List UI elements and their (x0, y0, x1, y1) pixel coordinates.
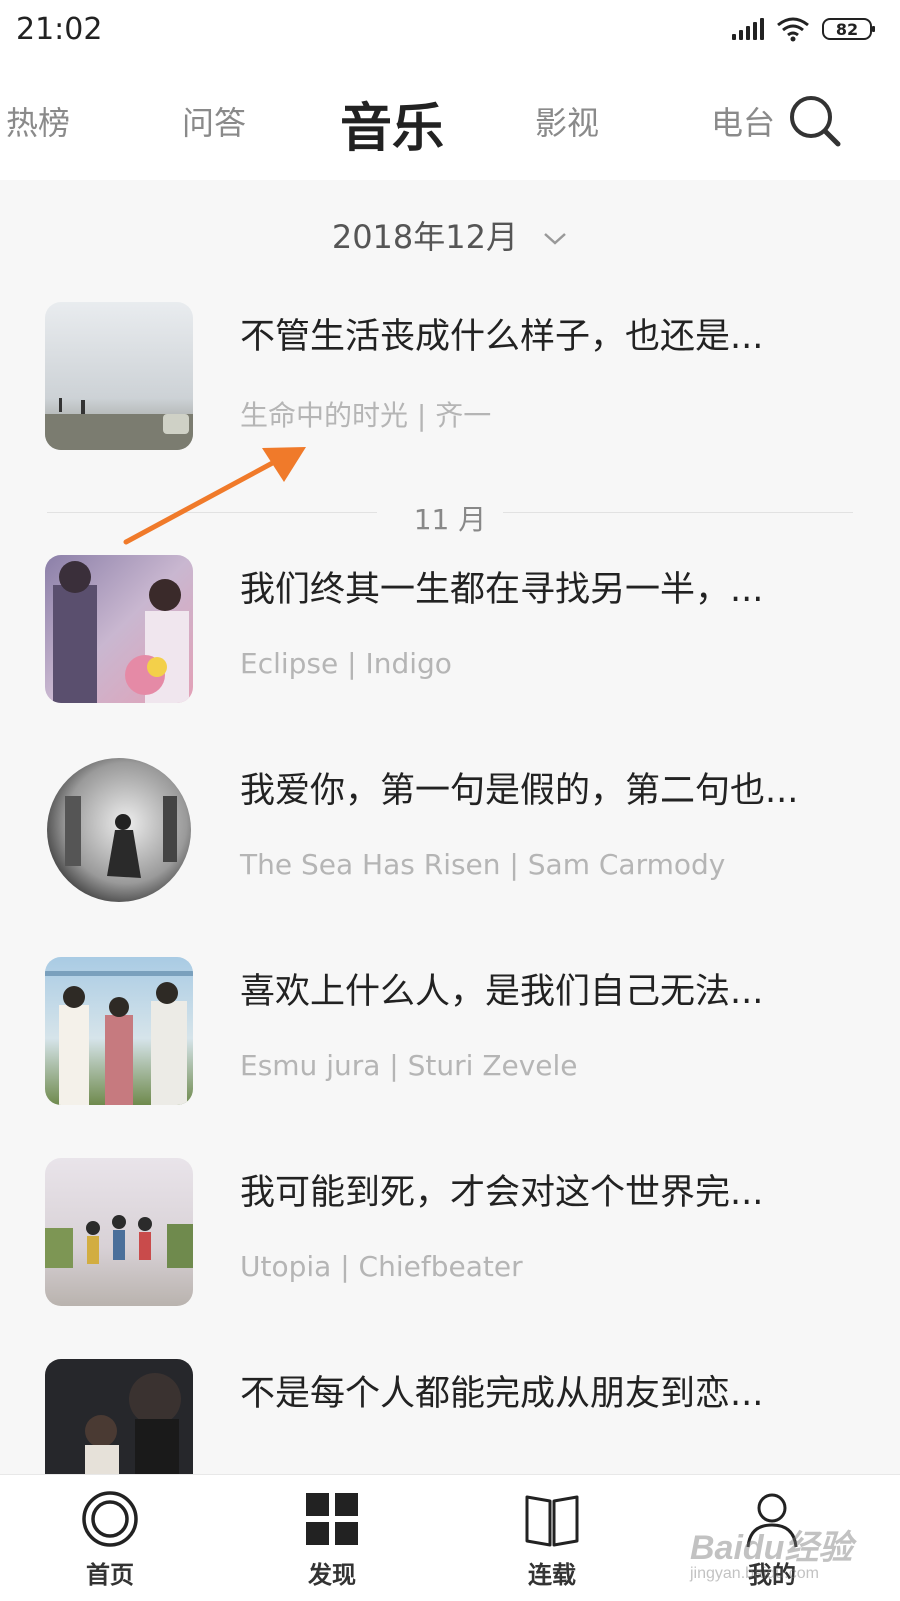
category-tabs: 热榜 问答 音乐 影视 电台 (0, 64, 900, 180)
item-subtitle: 生命中的时光 | 齐一 (240, 399, 492, 432)
item-title: 不是每个人都能完成从朋友到恋... (240, 1374, 764, 1414)
tab-film[interactable]: 影视 (535, 98, 599, 144)
item-title: 不管生活丧成什么样子，也还是... (240, 317, 764, 357)
album-cover (45, 1359, 193, 1474)
nav-me-label: 我的 (748, 1561, 796, 1589)
item-subtitle: Esmu jura | Sturi Zevele (240, 1049, 578, 1082)
home-ring-icon (82, 1491, 138, 1547)
tab-qa[interactable]: 问答 (182, 98, 246, 144)
list-item[interactable]: 我爱你，第一句是假的，第二句也... The Sea Has Risen | S… (0, 756, 900, 906)
nav-home-label: 首页 (86, 1561, 134, 1589)
nav-discover-label: 发现 (308, 1561, 356, 1589)
tab-radio[interactable]: 电台 (711, 98, 775, 144)
signal-icon (732, 18, 764, 40)
nav-serial-label: 连载 (528, 1561, 576, 1589)
status-time: 21:02 (16, 12, 103, 47)
item-title: 我们终其一生都在寻找另一半，... (240, 570, 764, 610)
list-item[interactable]: 我可能到死，才会对这个世界完... Utopia | Chiefbeater (0, 1158, 900, 1308)
battery-icon: 82 (822, 18, 875, 40)
month-selector[interactable]: 2018年12月 (0, 212, 900, 258)
item-subtitle: Utopia | Chiefbeater (240, 1250, 523, 1283)
chevron-down-icon (544, 233, 567, 245)
wifi-icon (777, 17, 809, 42)
album-cover (45, 1158, 193, 1306)
search-icon (790, 96, 841, 147)
item-title: 我可能到死，才会对这个世界完... (240, 1173, 764, 1213)
tab-hot-list[interactable]: 热榜 (6, 98, 70, 144)
tab-music[interactable]: 音乐 (340, 86, 444, 161)
item-subtitle: The Sea Has Risen | Sam Carmody (240, 848, 726, 881)
list-item[interactable]: 不是每个人都能完成从朋友到恋... (0, 1359, 900, 1474)
list-item[interactable]: 喜欢上什么人，是我们自己无法... Esmu jura | Sturi Zeve… (0, 957, 900, 1107)
bottom-nav: 首页 发现 连载 我的 (0, 1474, 900, 1601)
section-divider: 11 月 (47, 498, 853, 536)
album-cover (45, 756, 193, 904)
grid-icon (306, 1493, 358, 1545)
item-title: 我爱你，第一句是假的，第二句也... (240, 771, 799, 811)
list-item[interactable]: 不管生活丧成什么样子，也还是... 生命中的时光 | 齐一 (0, 302, 900, 452)
album-cover (45, 957, 193, 1105)
nav-me[interactable]: 我的 (692, 1475, 852, 1601)
month-label: 2018年12月 (331, 218, 518, 256)
item-subtitle: Eclipse | Indigo (240, 647, 452, 680)
nav-serial[interactable]: 连载 (472, 1475, 632, 1601)
status-bar: 21:02 82 (0, 0, 900, 64)
list-item[interactable]: 我们终其一生都在寻找另一半，... Eclipse | Indigo (0, 555, 900, 705)
search-button[interactable] (786, 92, 846, 152)
album-cover (45, 555, 193, 703)
user-icon (746, 1493, 798, 1548)
status-icons: 82 (732, 16, 875, 42)
nav-home[interactable]: 首页 (30, 1475, 190, 1601)
section-label: 11 月 (413, 503, 487, 536)
nav-discover[interactable]: 发现 (252, 1475, 412, 1601)
item-title: 喜欢上什么人，是我们自己无法... (240, 972, 764, 1012)
book-icon (525, 1495, 579, 1547)
album-cover (45, 302, 193, 450)
